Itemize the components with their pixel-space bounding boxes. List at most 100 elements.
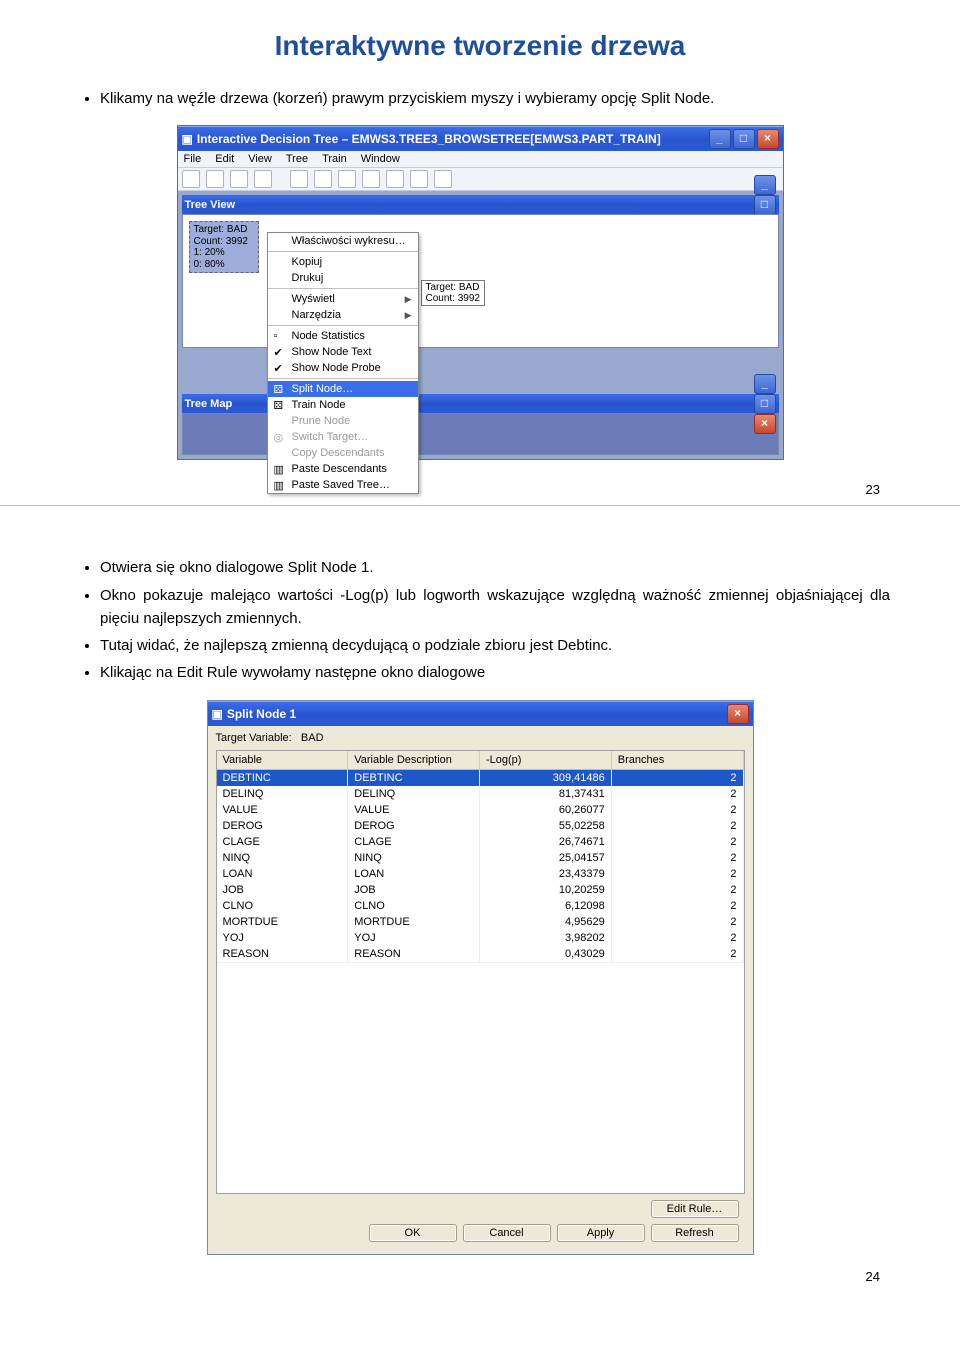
toolbar-icon[interactable] bbox=[230, 170, 248, 188]
paragraph: Klikamy na węźle drzewa (korzeń) prawym … bbox=[100, 87, 890, 110]
close-icon[interactable]: × bbox=[754, 414, 776, 434]
variable-table[interactable]: Variable Variable Description -Log(p) Br… bbox=[216, 750, 745, 1194]
cell-logp: 3,98202 bbox=[480, 930, 612, 946]
table-row[interactable]: JOBJOB10,202592 bbox=[217, 882, 744, 898]
table-row[interactable]: DELINQDELINQ81,374312 bbox=[217, 786, 744, 802]
cell-description: DELINQ bbox=[348, 786, 480, 802]
cell-variable: JOB bbox=[217, 882, 349, 898]
cell-logp: 55,02258 bbox=[480, 818, 612, 834]
table-row[interactable]: DEROGDEROG55,022582 bbox=[217, 818, 744, 834]
cell-logp: 4,95629 bbox=[480, 914, 612, 930]
cell-variable: MORTDUE bbox=[217, 914, 349, 930]
table-row[interactable]: CLAGECLAGE26,746712 bbox=[217, 834, 744, 850]
node-stat: Count: 3992 bbox=[194, 236, 254, 248]
cancel-button[interactable]: Cancel bbox=[463, 1224, 551, 1242]
paragraph: Okno pokazuje malejąco wartości -Log(p) … bbox=[100, 584, 890, 631]
ctx-tools[interactable]: Narzędzia▶ bbox=[268, 307, 418, 323]
target-icon: ◎ bbox=[274, 431, 284, 444]
ctx-print[interactable]: Drukuj bbox=[268, 270, 418, 286]
ctx-paste-saved-tree[interactable]: ▥Paste Saved Tree… bbox=[268, 477, 418, 493]
stat-icon: ▫ bbox=[274, 330, 278, 342]
toolbar-icon[interactable] bbox=[386, 170, 404, 188]
ctx-view[interactable]: Wyświetl▶ bbox=[268, 291, 418, 307]
maximize-icon[interactable]: □ bbox=[733, 129, 755, 149]
ctx-paste-descendants[interactable]: ▥Paste Descendants bbox=[268, 461, 418, 477]
maximize-icon[interactable]: □ bbox=[754, 195, 776, 215]
col-description[interactable]: Variable Description bbox=[348, 751, 480, 769]
dialog-titlebar[interactable]: ▣ Split Node 1 × bbox=[208, 701, 753, 726]
tree-root-node[interactable]: Target: BAD Count: 3992 1: 20% 0: 80% bbox=[189, 221, 259, 273]
ctx-split-node[interactable]: ⚄Split Node… bbox=[268, 381, 418, 397]
paste-icon: ▥ bbox=[274, 479, 284, 492]
minimize-icon[interactable]: _ bbox=[709, 129, 731, 149]
ctx-show-node-text[interactable]: ✔Show Node Text bbox=[268, 344, 418, 360]
apply-button[interactable]: Apply bbox=[557, 1224, 645, 1242]
close-icon[interactable]: × bbox=[757, 129, 779, 149]
cell-branches: 2 bbox=[612, 802, 744, 818]
paragraph: Otwiera się okno dialogowe Split Node 1. bbox=[100, 556, 890, 579]
maximize-icon[interactable]: □ bbox=[754, 394, 776, 414]
cell-branches: 2 bbox=[612, 882, 744, 898]
treeview-titlebar[interactable]: Tree View _ □ × bbox=[182, 195, 779, 214]
ctx-copy[interactable]: Kopiuj bbox=[268, 254, 418, 270]
menu-file[interactable]: File bbox=[184, 153, 202, 165]
table-row[interactable]: CLNOCLNO6,120982 bbox=[217, 898, 744, 914]
ctx-show-node-probe[interactable]: ✔Show Node Probe bbox=[268, 360, 418, 376]
tree-icon: ⚄ bbox=[274, 399, 284, 412]
toolbar-icon[interactable] bbox=[182, 170, 200, 188]
table-empty-area bbox=[217, 962, 744, 1193]
toolbar-icon[interactable] bbox=[206, 170, 224, 188]
refresh-button[interactable]: Refresh bbox=[651, 1224, 739, 1242]
cell-variable: DELINQ bbox=[217, 786, 349, 802]
toolbar-icon[interactable] bbox=[434, 170, 452, 188]
edit-rule-button[interactable]: Edit Rule… bbox=[651, 1200, 739, 1218]
col-branches[interactable]: Branches bbox=[612, 751, 744, 769]
menu-tree[interactable]: Tree bbox=[286, 153, 308, 165]
menu-window[interactable]: Window bbox=[361, 153, 400, 165]
table-row[interactable]: DEBTINCDEBTINC309,414862 bbox=[217, 770, 744, 786]
table-row[interactable]: VALUEVALUE60,260772 bbox=[217, 802, 744, 818]
toolbar-icon[interactable] bbox=[290, 170, 308, 188]
table-row[interactable]: REASONREASON0,430292 bbox=[217, 946, 744, 962]
cell-logp: 26,74671 bbox=[480, 834, 612, 850]
cell-logp: 23,43379 bbox=[480, 866, 612, 882]
dialog-title: Split Node 1 bbox=[227, 707, 727, 721]
toolbar-icon[interactable] bbox=[254, 170, 272, 188]
col-logp[interactable]: -Log(p) bbox=[480, 751, 612, 769]
window-titlebar[interactable]: ▣ Interactive Decision Tree – EMWS3.TREE… bbox=[178, 126, 783, 151]
toolbar-icon[interactable] bbox=[362, 170, 380, 188]
minimize-icon[interactable]: _ bbox=[754, 374, 776, 394]
ok-button[interactable]: OK bbox=[369, 1224, 457, 1242]
toolbar-icon[interactable] bbox=[314, 170, 332, 188]
node-tooltip: Target: BAD Count: 3992 bbox=[421, 280, 486, 306]
slide-number: 24 bbox=[0, 1269, 960, 1284]
cell-variable: LOAN bbox=[217, 866, 349, 882]
table-row[interactable]: MORTDUEMORTDUE4,956292 bbox=[217, 914, 744, 930]
menu-view[interactable]: View bbox=[248, 153, 272, 165]
toolbar-icon[interactable] bbox=[338, 170, 356, 188]
ctx-node-statistics[interactable]: ▫Node Statistics bbox=[268, 328, 418, 344]
cell-branches: 2 bbox=[612, 930, 744, 946]
table-row[interactable]: YOJYOJ3,982022 bbox=[217, 930, 744, 946]
toolbar-icon[interactable] bbox=[410, 170, 428, 188]
ctx-train-node[interactable]: ⚄Train Node bbox=[268, 397, 418, 413]
chevron-right-icon: ▶ bbox=[405, 294, 412, 305]
cell-variable: CLNO bbox=[217, 898, 349, 914]
cell-branches: 2 bbox=[612, 786, 744, 802]
minimize-icon[interactable]: _ bbox=[754, 175, 776, 195]
node-stat: 0: 80% bbox=[194, 259, 254, 271]
app-icon: ▣ bbox=[182, 132, 193, 146]
col-variable[interactable]: Variable bbox=[217, 751, 349, 769]
table-row[interactable]: NINQNINQ25,041572 bbox=[217, 850, 744, 866]
cell-description: LOAN bbox=[348, 866, 480, 882]
check-icon: ✔ bbox=[274, 346, 283, 359]
close-icon[interactable]: × bbox=[727, 704, 749, 724]
cell-logp: 6,12098 bbox=[480, 898, 612, 914]
check-icon: ✔ bbox=[274, 362, 283, 375]
table-row[interactable]: LOANLOAN23,433792 bbox=[217, 866, 744, 882]
menu-edit[interactable]: Edit bbox=[215, 153, 234, 165]
cell-variable: CLAGE bbox=[217, 834, 349, 850]
menubar: File Edit View Tree Train Window bbox=[178, 151, 783, 168]
ctx-chart-properties[interactable]: Właściwości wykresu… bbox=[268, 233, 418, 249]
menu-train[interactable]: Train bbox=[322, 153, 347, 165]
